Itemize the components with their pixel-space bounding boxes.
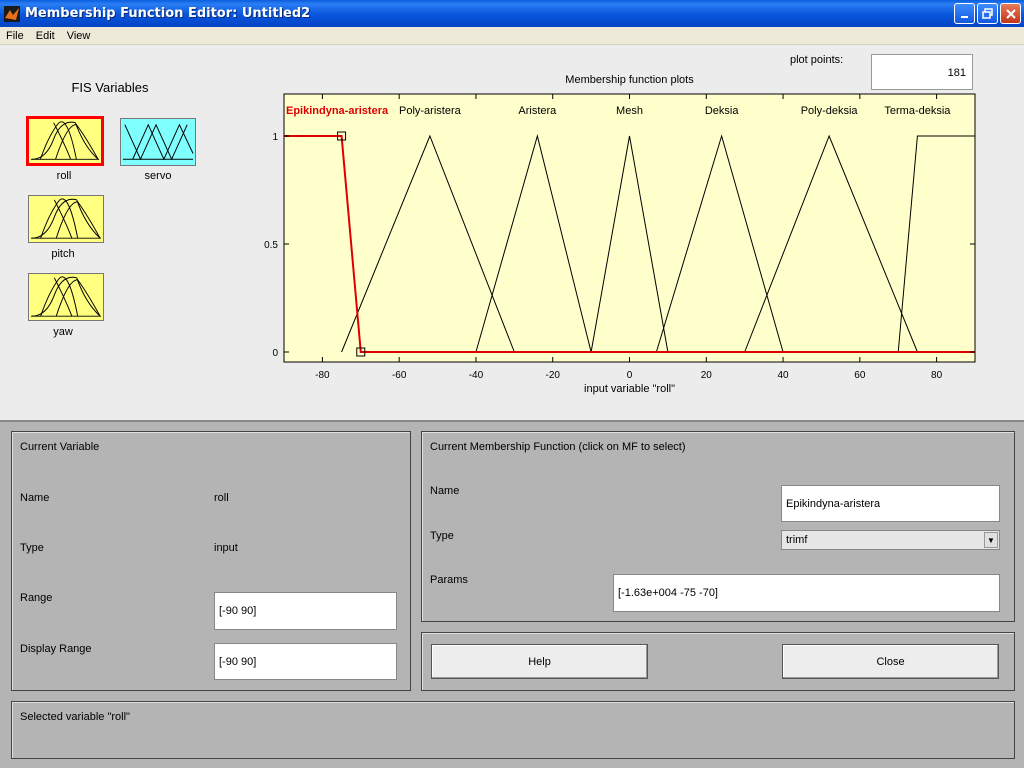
close-icon bbox=[1005, 8, 1016, 19]
mf-label-5[interactable]: Poly-deksia bbox=[801, 105, 859, 117]
mf-label-3[interactable]: Mesh bbox=[616, 105, 643, 117]
y-tick-label: 0.5 bbox=[264, 240, 278, 251]
type-label: Type bbox=[20, 542, 44, 554]
x-tick-label: -20 bbox=[545, 370, 560, 381]
mf-label-1[interactable]: Poly-aristera bbox=[399, 105, 462, 117]
variable-tile-servo[interactable] bbox=[120, 118, 196, 166]
x-tick-label: -80 bbox=[315, 370, 330, 381]
mf-thumbnail-icon bbox=[30, 198, 102, 239]
chevron-down-icon[interactable]: ▼ bbox=[984, 532, 998, 548]
fis-variables-title: FIS Variables bbox=[71, 80, 149, 95]
variable-name-value: roll bbox=[214, 492, 229, 504]
mf-type-select[interactable]: trimf ▼ bbox=[781, 530, 1000, 550]
y-tick-label: 1 bbox=[272, 132, 278, 143]
variable-label-pitch: pitch bbox=[51, 248, 75, 260]
mf-type-label: Type bbox=[430, 530, 454, 542]
help-button[interactable]: Help bbox=[431, 644, 648, 679]
x-tick-label: 20 bbox=[701, 370, 713, 381]
menu-edit[interactable]: Edit bbox=[30, 30, 61, 42]
variable-tile-roll[interactable] bbox=[26, 116, 104, 166]
x-axis-label: input variable "roll" bbox=[584, 383, 675, 395]
status-frame bbox=[11, 701, 1015, 759]
matlab-icon bbox=[4, 5, 20, 22]
display-range-label: Display Range bbox=[20, 643, 92, 655]
mf-name-label: Name bbox=[430, 485, 460, 497]
variable-label-servo: servo bbox=[144, 170, 172, 182]
variable-type-value: input bbox=[214, 542, 238, 554]
params-label: Params bbox=[430, 574, 468, 586]
x-tick-label: 0 bbox=[627, 370, 633, 381]
mf-label-2[interactable]: Aristera bbox=[518, 105, 557, 117]
variable-tile-pitch[interactable] bbox=[28, 195, 104, 243]
range-input[interactable]: [-90 90] bbox=[214, 592, 397, 630]
x-tick-label: 60 bbox=[854, 370, 866, 381]
current-variable-title: Current Variable bbox=[20, 441, 100, 453]
plot-points-label: plot points: bbox=[790, 54, 844, 66]
x-tick-label: -60 bbox=[392, 370, 407, 381]
mf-thumbnail-icon bbox=[30, 121, 100, 160]
close-button[interactable]: Close bbox=[782, 644, 999, 679]
maximize-button[interactable] bbox=[977, 3, 998, 24]
plot-area[interactable] bbox=[283, 93, 976, 363]
mf-label-4[interactable]: Deksia bbox=[705, 105, 740, 117]
window-title: Membership Function Editor: Untitled2 bbox=[25, 6, 311, 21]
name-label: Name bbox=[20, 492, 50, 504]
variable-label-yaw: yaw bbox=[53, 326, 73, 338]
range-label: Range bbox=[20, 592, 53, 604]
minimize-button[interactable] bbox=[954, 3, 975, 24]
minimize-icon bbox=[960, 15, 968, 18]
mf-label-0[interactable]: Epikindyna-aristera bbox=[286, 105, 389, 117]
x-tick-label: -40 bbox=[469, 370, 484, 381]
variable-label-roll: roll bbox=[56, 170, 72, 182]
membership-function-plot[interactable]: Epikindyna-aristera Poly-aristera Aristera… bbox=[255, 90, 995, 396]
mf-thumbnail-icon bbox=[30, 276, 102, 317]
restore-icon bbox=[981, 7, 993, 19]
x-tick-label: 40 bbox=[777, 370, 789, 381]
title-bar: Membership Function Editor: Untitled2 bbox=[0, 0, 1024, 27]
variable-tile-yaw[interactable] bbox=[28, 273, 104, 321]
mf-name-input[interactable]: Epikindyna-aristera bbox=[781, 485, 1000, 522]
status-text: Selected variable "roll" bbox=[20, 711, 130, 723]
current-mf-title: Current Membership Function (click on MF… bbox=[430, 441, 686, 453]
plot-title: Membership function plots bbox=[565, 74, 694, 86]
params-input[interactable]: [-1.63e+004 -75 -70] bbox=[613, 574, 1000, 612]
menu-view[interactable]: View bbox=[61, 30, 97, 42]
x-tick-label: 80 bbox=[931, 370, 943, 381]
menu-file[interactable]: File bbox=[0, 30, 30, 42]
mf-type-value: trimf bbox=[786, 534, 808, 546]
menu-bar: File Edit View bbox=[0, 27, 1024, 45]
mf-thumbnail-icon bbox=[122, 123, 194, 161]
close-window-button[interactable] bbox=[1000, 3, 1021, 24]
y-tick-label: 0 bbox=[272, 348, 278, 359]
mf-label-6[interactable]: Terma-deksia bbox=[884, 105, 951, 117]
display-range-input[interactable]: [-90 90] bbox=[214, 643, 397, 680]
